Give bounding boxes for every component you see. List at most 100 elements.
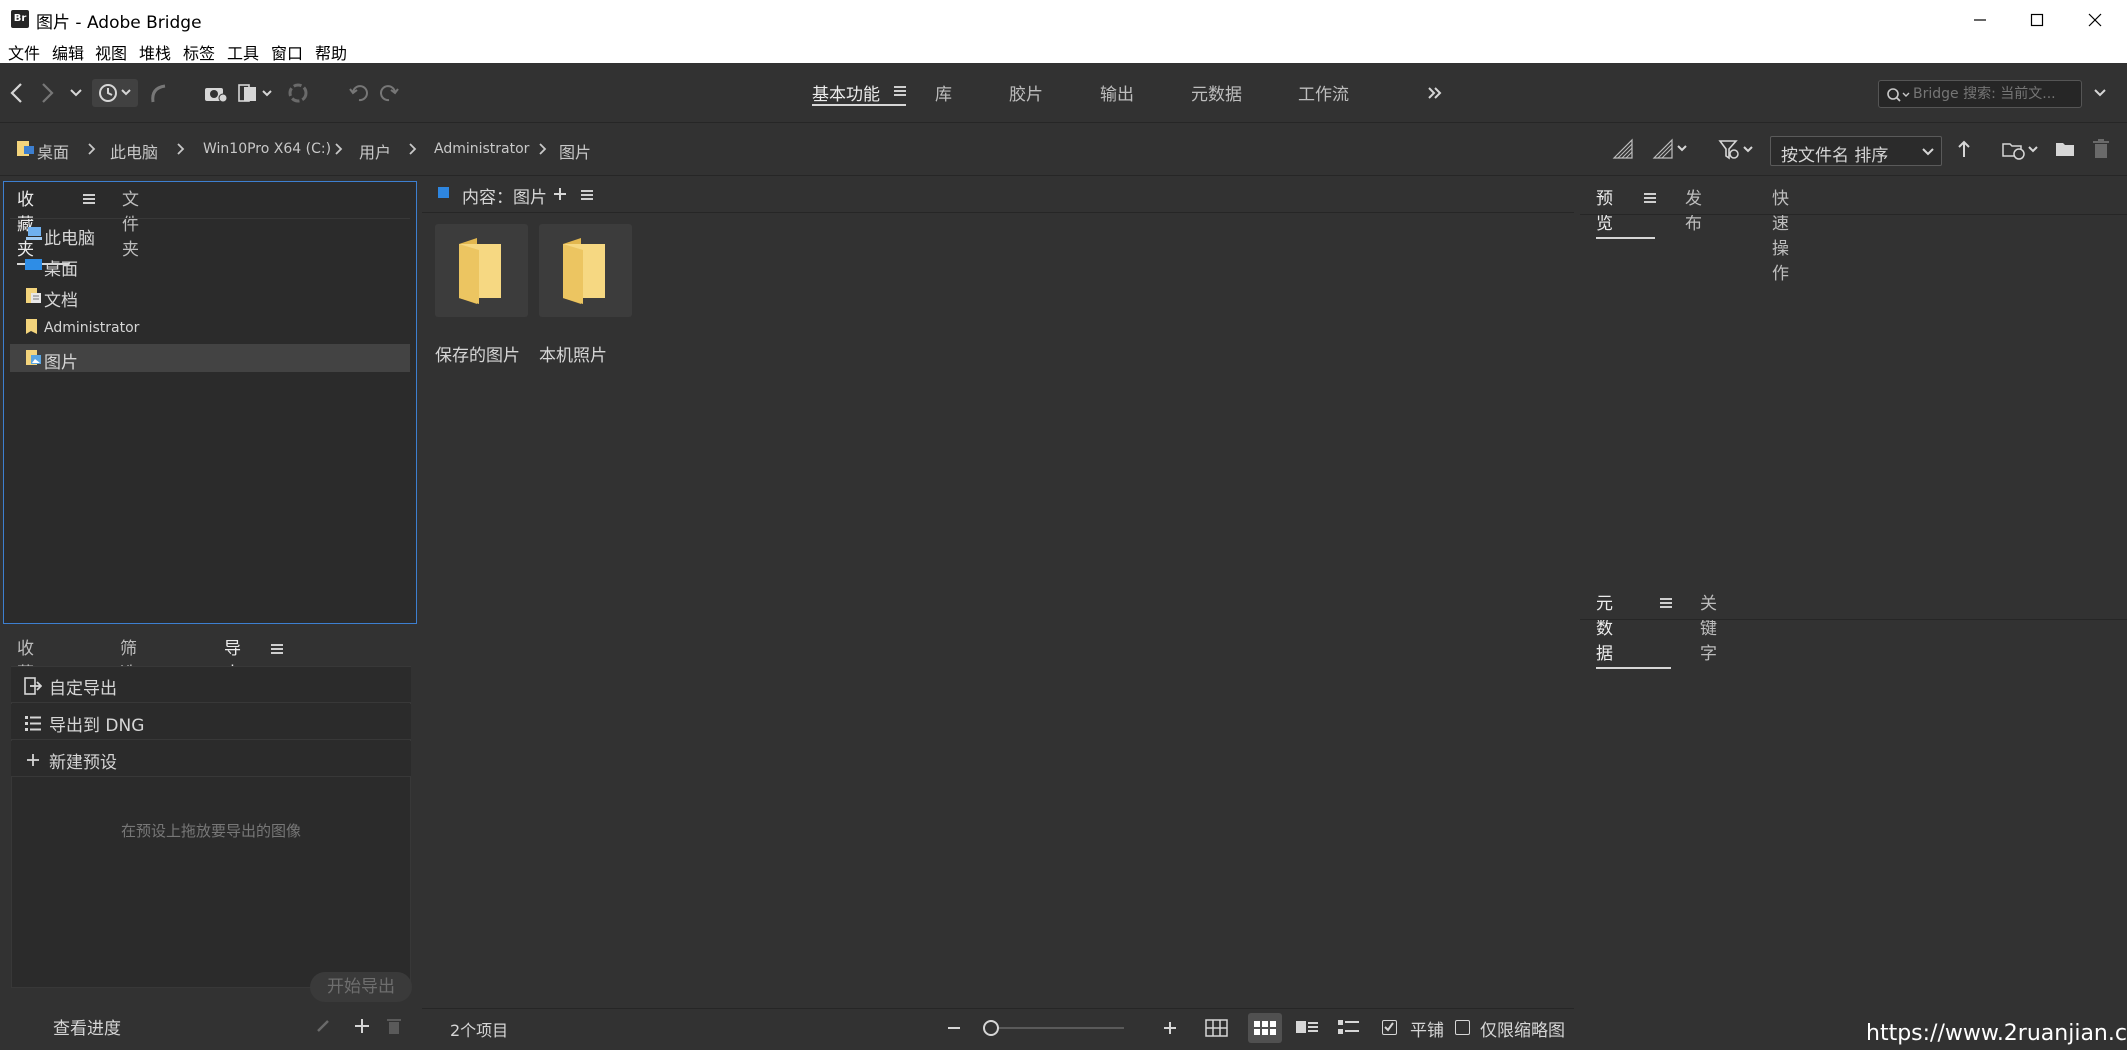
workspace-tab-library[interactable]: 库 <box>935 80 952 105</box>
tab-preview[interactable]: 预览 <box>1596 184 1655 239</box>
add-tab-icon[interactable] <box>553 187 567 201</box>
breadcrumb-this-pc[interactable]: 此电脑 <box>110 139 158 163</box>
recent-history-button[interactable] <box>92 79 138 107</box>
thumbnails-only-checkbox[interactable] <box>1455 1020 1470 1035</box>
active-tab-underline <box>1596 667 1671 669</box>
breadcrumb-drive[interactable]: Win10Pro X64 (C:) <box>203 141 331 157</box>
menu-window[interactable]: 窗口 <box>271 40 303 64</box>
camera-import-icon[interactable] <box>202 79 230 107</box>
search-box[interactable] <box>1878 80 2082 108</box>
breadcrumb-desktop[interactable]: 桌面 <box>37 139 69 163</box>
user-folder-icon <box>26 319 37 334</box>
close-button[interactable] <box>2065 0 2125 39</box>
list-view-icon[interactable] <box>1338 1020 1360 1036</box>
desktop-folder-icon <box>17 141 34 156</box>
tab-publish[interactable]: 发布 <box>1685 184 1702 234</box>
breadcrumb-pictures[interactable]: 图片 <box>559 139 591 163</box>
preset-label: 新建预设 <box>49 753 117 773</box>
view-progress-link[interactable]: 查看进度 <box>53 1014 121 1039</box>
sync-icon[interactable] <box>284 79 312 107</box>
menu-tools[interactable]: 工具 <box>227 40 259 64</box>
search-options-chevron-icon[interactable] <box>2086 79 2114 107</box>
panel-menu-icon[interactable] <box>1644 193 1656 203</box>
folder-thumbnail[interactable] <box>539 224 632 317</box>
panel-menu-icon[interactable] <box>83 194 95 204</box>
grid-lock-icon[interactable] <box>1205 1018 1229 1038</box>
search-input[interactable] <box>1913 85 2073 103</box>
workspace-tab-essentials[interactable]: 基本功能 <box>812 80 880 105</box>
folder-icon <box>563 238 605 304</box>
folder-label: 保存的图片 <box>435 346 520 366</box>
favorite-item-administrator[interactable]: Administrator <box>10 313 410 341</box>
workspace-tab-metadata[interactable]: 元数据 <box>1191 80 1242 105</box>
breadcrumb-users[interactable]: 用户 <box>359 139 391 163</box>
rating-filter-icon[interactable] <box>1652 138 1690 160</box>
export-panel: 收藏集 筛选器 导出 自定导出 导出到 DNG 新建预设 在预设上拖放要导出的图… <box>3 628 417 1045</box>
menu-help[interactable]: 帮助 <box>315 40 347 64</box>
panel-menu-icon[interactable] <box>1660 598 1672 608</box>
open-recent-file-icon[interactable] <box>2001 138 2041 162</box>
menu-file[interactable]: 文件 <box>8 40 40 64</box>
export-drop-hint: 在预设上拖放要导出的图像 <box>120 822 301 840</box>
panel-menu-icon[interactable] <box>581 190 593 200</box>
rotate-right-icon[interactable] <box>375 79 403 107</box>
title-bar: Br 图片 - Adobe Bridge <box>0 0 2127 39</box>
workspace-tab-workflow[interactable]: 工作流 <box>1298 80 1349 105</box>
favorite-item-pictures[interactable]: 图片 <box>10 344 410 373</box>
workspace-menu-icon[interactable] <box>894 86 906 96</box>
tab-keywords[interactable]: 关键字 <box>1700 589 1717 664</box>
menu-stack[interactable]: 堆栈 <box>139 40 171 64</box>
delete-preset-icon[interactable] <box>386 1016 402 1036</box>
slider-handle[interactable] <box>983 1020 999 1036</box>
start-export-button[interactable]: 开始导出 <box>310 972 412 1002</box>
folder-thumbnail[interactable] <box>435 224 528 317</box>
rotate-left-icon[interactable] <box>345 79 373 107</box>
new-folder-icon[interactable] <box>2054 139 2076 159</box>
preset-export-dng[interactable]: 导出到 DNG <box>11 704 411 740</box>
preview-panel: 预览 发布 快速操作 <box>1580 181 2127 581</box>
breadcrumb-chevron-icon <box>539 143 547 155</box>
minimize-button[interactable] <box>1950 0 2010 39</box>
preset-custom-export[interactable]: 自定导出 <box>11 667 411 703</box>
boomerang-icon[interactable] <box>144 79 172 107</box>
workspace-tab-filmstrip[interactable]: 胶片 <box>1009 80 1043 105</box>
chevron-down-icon[interactable] <box>62 79 90 107</box>
sort-ascending-icon[interactable] <box>1956 139 1972 159</box>
add-preset-icon[interactable] <box>353 1017 371 1035</box>
filter-items-icon[interactable] <box>1718 138 1758 162</box>
thumbnail-quality-icon[interactable] <box>1612 138 1634 160</box>
back-icon[interactable] <box>3 79 31 107</box>
menu-label[interactable]: 标签 <box>183 40 215 64</box>
delete-icon[interactable] <box>2092 138 2110 160</box>
favorite-item-documents[interactable]: 文档 <box>10 282 410 311</box>
search-icon <box>1887 88 1910 102</box>
forward-icon[interactable] <box>33 79 61 107</box>
favorite-label: Administrator <box>44 320 140 336</box>
zoom-out-icon[interactable] <box>946 1021 962 1035</box>
sort-dropdown[interactable]: 按文件名 排序 <box>1770 136 1942 166</box>
breadcrumb-chevron-icon <box>409 143 417 155</box>
tab-quick-actions[interactable]: 快速操作 <box>1772 184 1789 284</box>
workspace-tab-output[interactable]: 输出 <box>1100 80 1134 105</box>
breadcrumb-administrator[interactable]: Administrator <box>434 141 529 157</box>
favorite-item-this-pc[interactable]: 此电脑 <box>10 220 410 249</box>
app-icon: Br <box>11 10 29 28</box>
menu-view[interactable]: 视图 <box>95 40 127 64</box>
thumbnail-size-slider[interactable] <box>984 1027 1124 1029</box>
tab-metadata[interactable]: 元数据 <box>1596 589 1671 669</box>
zoom-in-icon[interactable] <box>1162 1020 1178 1036</box>
refine-icon[interactable] <box>236 79 278 107</box>
favorite-item-desktop[interactable]: 桌面 <box>10 251 410 280</box>
folder-icon <box>459 238 501 304</box>
tab-preview-label: 预览 <box>1596 189 1613 234</box>
edit-icon[interactable] <box>315 1018 331 1034</box>
details-view-icon[interactable] <box>1296 1021 1320 1035</box>
panel-menu-icon[interactable] <box>271 644 283 654</box>
preset-new[interactable]: 新建预设 <box>11 741 411 777</box>
maximize-button[interactable] <box>2007 0 2067 39</box>
view-thumbnails-button[interactable] <box>1248 1013 1282 1043</box>
menu-bar: 文件 编辑 视图 堆栈 标签 工具 窗口 帮助 <box>0 39 2127 63</box>
more-workspaces-icon[interactable] <box>1421 79 1449 107</box>
tile-checkbox[interactable] <box>1382 1020 1397 1035</box>
menu-edit[interactable]: 编辑 <box>52 40 84 64</box>
